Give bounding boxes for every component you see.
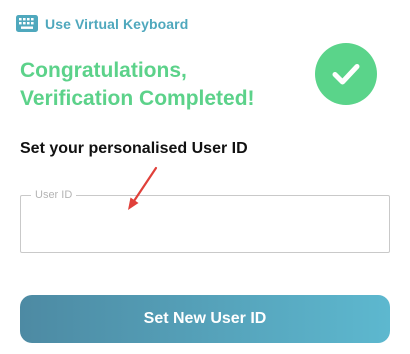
success-title-line-2: Verification Completed! bbox=[20, 87, 255, 110]
success-title: Congratulations, Verification Completed! bbox=[20, 57, 300, 113]
user-id-setup-panel: Use Virtual Keyboard Congratulations, Ve… bbox=[0, 0, 410, 354]
success-title-line-1: Congratulations, bbox=[20, 59, 187, 82]
set-user-id-heading: Set your personalised User ID bbox=[20, 140, 248, 157]
set-new-user-id-button[interactable]: Set New User ID bbox=[20, 295, 390, 343]
verification-success-badge bbox=[315, 43, 377, 105]
use-virtual-keyboard-label[interactable]: Use Virtual Keyboard bbox=[45, 16, 188, 32]
use-virtual-keyboard-link[interactable]: Use Virtual Keyboard bbox=[16, 15, 188, 32]
checkmark-icon bbox=[332, 64, 360, 85]
user-id-input[interactable] bbox=[21, 196, 389, 252]
keyboard-icon bbox=[16, 15, 38, 32]
user-id-field[interactable]: User ID bbox=[20, 188, 390, 253]
